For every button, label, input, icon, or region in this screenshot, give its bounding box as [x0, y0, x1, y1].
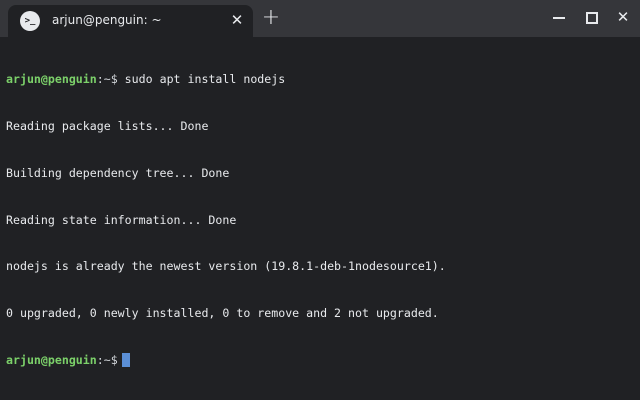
output-line: 0 upgraded, 0 newly installed, 0 to remo… — [6, 306, 439, 321]
output-line: Reading state information... Done — [6, 212, 237, 227]
title-bar: >_ arjun@penguin: ~ ✕ + ✕ — [0, 0, 640, 37]
tab-close-icon[interactable]: ✕ — [228, 10, 246, 30]
prompt-path: :~$ — [96, 72, 118, 87]
command-text: sudo apt install nodejs — [117, 72, 286, 87]
minimize-icon[interactable] — [550, 8, 568, 26]
tab-title: arjun@penguin: ~ — [52, 13, 162, 27]
prompt-user: arjun@penguin — [6, 72, 97, 87]
prompt-path: :~$ — [96, 352, 118, 367]
terminal-window: >_ arjun@penguin: ~ ✕ + ✕ arjun@penguin:… — [0, 0, 640, 367]
new-tab-icon[interactable]: + — [261, 6, 281, 30]
window-controls: ✕ — [550, 8, 632, 26]
terminal-tab[interactable]: >_ arjun@penguin: ~ ✕ — [8, 5, 253, 37]
terminal-app-icon: >_ — [20, 11, 40, 31]
output-line: Reading package lists... Done — [6, 118, 209, 133]
maximize-icon[interactable] — [582, 8, 600, 26]
prompt-user: arjun@penguin — [6, 352, 97, 367]
text-cursor — [121, 352, 130, 367]
final-prompt-line: arjun@penguin:~$ — [6, 352, 634, 369]
command-line: arjun@penguin:~$ sudo apt install nodejs — [6, 72, 634, 88]
output-line: Building dependency tree... Done — [6, 165, 230, 180]
output-line: nodejs is already the newest version (19… — [6, 259, 446, 274]
terminal-output[interactable]: arjun@penguin:~$ sudo apt install nodejs… — [6, 41, 634, 400]
window-close-icon[interactable]: ✕ — [614, 8, 632, 26]
